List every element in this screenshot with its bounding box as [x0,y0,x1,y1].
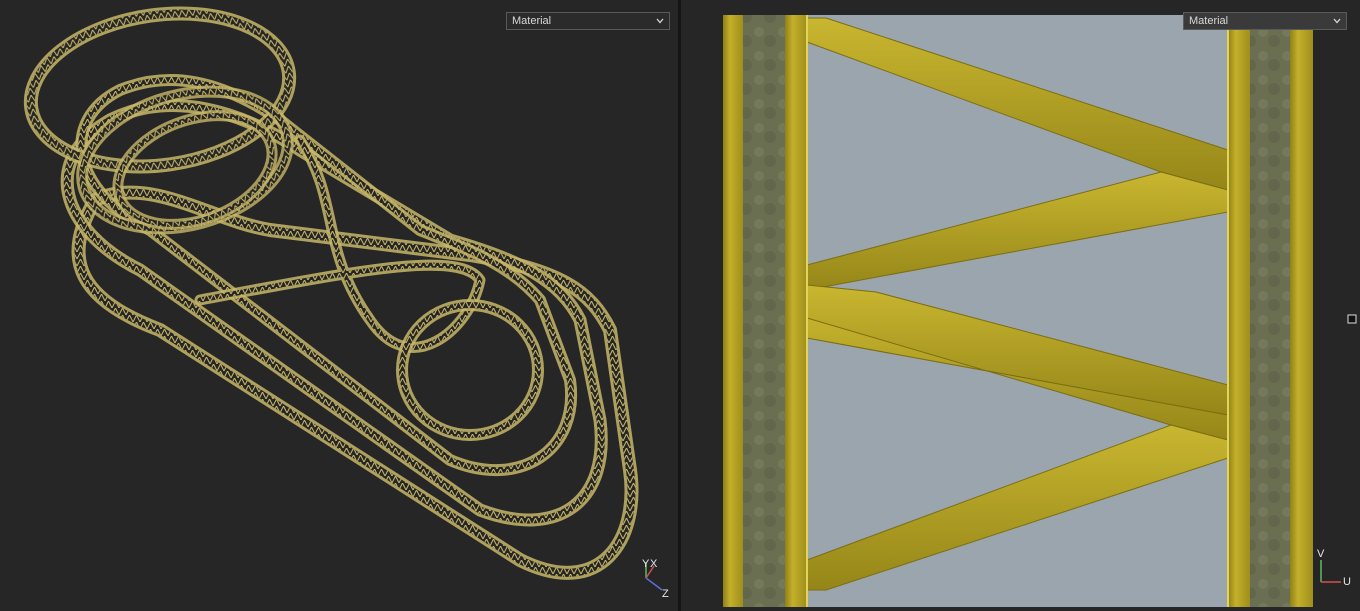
move-handle-icon[interactable] [1347,311,1357,324]
concrete-strip-left [743,15,785,607]
axis-label-z: Z [662,588,669,600]
truss-chord-right [1228,15,1250,607]
truss-texture-scene [723,15,1313,607]
axis-label-u: U [1343,576,1351,588]
axis-label-v: V [1317,548,1325,560]
truss-wireframe-scene [23,6,639,580]
shading-mode-select-left[interactable]: Material [506,12,670,30]
truss-ring-small [396,299,544,441]
viewport-3d-left[interactable]: Material Y X Z [0,0,678,611]
axis-label-y: Y [642,558,650,570]
chevron-down-icon [1331,13,1343,29]
axis-label-x: X [650,558,658,570]
truss-ring-top [23,6,297,174]
shading-mode-select-right[interactable]: Material [1183,12,1347,30]
truss-chord-left [785,15,807,607]
axis-gizmo-icon: Y X Z [634,556,678,606]
shading-mode-value: Material [1189,15,1229,27]
shading-mode-value: Material [512,15,552,27]
concrete-strip-right [1250,15,1290,607]
viewport-uv-right[interactable]: Material V U [681,0,1360,611]
uv-axis-gizmo-icon: V U [1309,546,1353,596]
chevron-down-icon [654,13,666,29]
